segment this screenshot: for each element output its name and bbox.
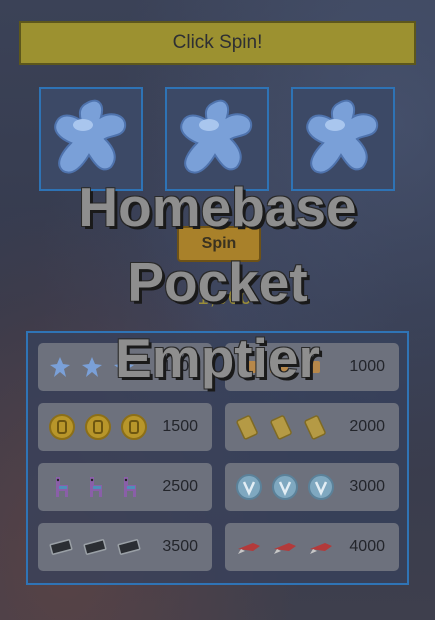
gold-ticket-icon bbox=[270, 415, 292, 440]
paytable-row: 2500 bbox=[38, 463, 212, 511]
overlay-title-line-3: Emptier bbox=[115, 327, 320, 389]
gold-ticket-icon bbox=[236, 415, 258, 440]
paytable-row: 4000 bbox=[225, 523, 399, 571]
vbuck-icon bbox=[308, 474, 334, 500]
cash-icon bbox=[49, 539, 73, 555]
llama-icon bbox=[124, 477, 136, 497]
cash-icon bbox=[117, 539, 141, 555]
gold-coin-icon bbox=[49, 414, 75, 440]
blue-star-icon bbox=[306, 99, 379, 174]
blue-star-icon bbox=[180, 99, 253, 174]
rocket-icon bbox=[274, 543, 296, 554]
payout-value: 1500 bbox=[162, 418, 198, 435]
llama-icon bbox=[56, 477, 68, 497]
status-banner-label: Click Spin! bbox=[172, 32, 263, 53]
paytable-row: 3500 bbox=[38, 523, 212, 571]
payout-value: 4000 bbox=[349, 538, 385, 555]
overlay-title-line-2: Pocket bbox=[127, 251, 308, 313]
payout-value: 2500 bbox=[162, 478, 198, 495]
paytable-row: 1500 bbox=[38, 403, 212, 451]
vbuck-icon bbox=[272, 474, 298, 500]
gold-coin-icon bbox=[121, 414, 147, 440]
rocket-icon bbox=[310, 543, 332, 554]
blue-star-icon bbox=[54, 99, 127, 174]
payout-value: 3500 bbox=[162, 538, 198, 555]
payout-value: 3000 bbox=[349, 478, 385, 495]
cash-icon bbox=[83, 539, 107, 555]
paytable-row: 3000 bbox=[225, 463, 399, 511]
rocket-icon bbox=[238, 543, 260, 554]
gold-coin-icon bbox=[85, 414, 111, 440]
status-banner: Click Spin! bbox=[19, 21, 416, 65]
vbuck-icon bbox=[236, 474, 262, 500]
llama-icon bbox=[90, 477, 102, 497]
payout-value: 2000 bbox=[349, 418, 385, 435]
gold-ticket-icon bbox=[304, 415, 326, 440]
paytable-row: 2000 bbox=[225, 403, 399, 451]
overlay-title-line-1: Homebase bbox=[78, 176, 357, 238]
